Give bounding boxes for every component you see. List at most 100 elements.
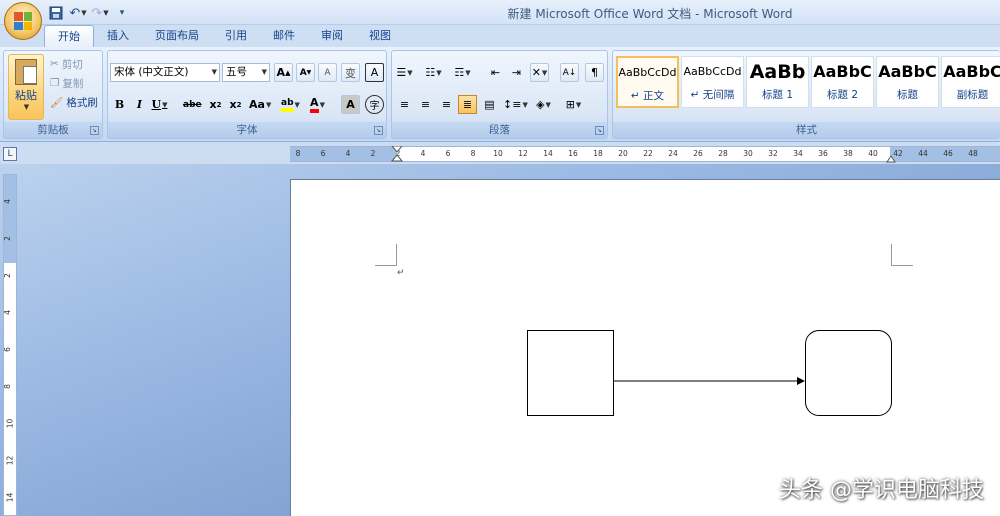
vruler-tick-label: 8	[2, 384, 12, 389]
style-title[interactable]: AaBbC 标题	[876, 56, 939, 108]
font-color-button[interactable]: A ▼	[308, 95, 327, 114]
line-spacing-icon: ↕≡	[503, 98, 522, 111]
copy-icon: ❐	[50, 77, 60, 89]
chinese-layout-button[interactable]: ✕ ▼	[530, 63, 549, 82]
ruler-tick-label: 24	[668, 149, 678, 158]
tab-mailings[interactable]: 邮件	[260, 25, 308, 47]
copy-button[interactable]: ❐ 复制	[50, 74, 83, 92]
subscript-button[interactable]: x2	[206, 95, 225, 114]
rounded-rectangle-shape[interactable]	[805, 330, 892, 416]
arrow-connector[interactable]	[614, 370, 805, 390]
watermark: 头条 @学识电脑科技	[779, 478, 984, 503]
cut-label: 剪切	[61, 58, 83, 71]
horizontal-ruler[interactable]: 8 6 4 2 2 4 6 8 10 12 14 16 18 20 22 24 26 28 30 32 34 36 38 40…	[290, 146, 1000, 163]
vruler-tick-label: 6	[2, 347, 12, 352]
ruler-tick-label: 10	[493, 149, 503, 158]
tab-home[interactable]: 开始	[44, 25, 94, 47]
char-border-button[interactable]: A	[365, 63, 384, 82]
cut-button[interactable]: ✂ 剪切	[50, 55, 83, 73]
style-name: 标题 1	[761, 89, 794, 101]
tab-selector[interactable]: L	[3, 147, 17, 161]
scissors-icon: ✂	[50, 58, 59, 70]
style-no-spacing[interactable]: AaBbCcDd ↵ 无间隔	[681, 56, 744, 108]
paragraph-mark[interactable]: ↵	[397, 268, 405, 278]
style-heading-2[interactable]: AaBbC 标题 2	[811, 56, 874, 108]
multilevel-list-button[interactable]: ☶ ▼	[453, 63, 472, 82]
shrink-font-button[interactable]: A ▼	[296, 63, 315, 82]
align-left-button[interactable]: ≡	[395, 95, 414, 114]
align-right-button[interactable]: ≡	[437, 95, 456, 114]
style-sample: AaBbCcDd	[683, 65, 742, 78]
char-shading-button[interactable]: A	[341, 95, 360, 114]
highlight-button[interactable]: ab ▼	[280, 95, 301, 114]
line-spacing-button[interactable]: ↕≡ ▼	[502, 95, 529, 114]
grow-font-button[interactable]: A ▲	[274, 63, 293, 82]
show-marks-button[interactable]: ¶	[585, 63, 604, 82]
distributed-button[interactable]: ▤	[480, 95, 499, 114]
tab-view[interactable]: 视图	[356, 25, 404, 47]
align-center-button[interactable]: ≡	[416, 95, 435, 114]
style-heading-1[interactable]: AaBb 标题 1	[746, 56, 809, 108]
numbering-button[interactable]: ☷ ▼	[424, 63, 443, 82]
sort-button[interactable]: A↓	[560, 63, 579, 82]
styles-group-label: 样式	[613, 122, 1000, 138]
enclose-char-button[interactable]: 字	[365, 95, 384, 114]
bold-button[interactable]: B	[110, 95, 129, 114]
paragraph-launcher-icon[interactable]: ↘	[595, 126, 604, 135]
tab-references[interactable]: 引用	[212, 25, 260, 47]
font-name-combo[interactable]: 宋体 (中文正文) ▼	[110, 63, 220, 82]
right-indent-marker-icon[interactable]	[886, 153, 896, 163]
bullets-button[interactable]: ☰ ▼	[395, 63, 414, 82]
font-group-label: 字体	[108, 122, 386, 138]
format-painter-label: 格式刷	[66, 96, 98, 109]
paste-dropdown-icon[interactable]: ▼	[10, 103, 43, 111]
tab-review[interactable]: 审阅	[308, 25, 356, 47]
font-launcher-icon[interactable]: ↘	[374, 126, 383, 135]
ruler-tick-label: 44	[918, 149, 928, 158]
superscript-button[interactable]: x2	[226, 95, 245, 114]
decrease-indent-button[interactable]: ⇤	[486, 63, 505, 82]
tab-insert[interactable]: 插入	[94, 25, 142, 47]
borders-button[interactable]: ⊞ ▼	[564, 95, 583, 114]
document-page[interactable]: ↵	[290, 179, 1000, 516]
enclose-char-icon: 字	[369, 101, 380, 112]
indent-marker-icon[interactable]	[391, 146, 403, 163]
format-painter-button[interactable]: 🖌 格式刷	[50, 93, 98, 111]
change-case-button[interactable]: Aa ▼	[248, 95, 272, 114]
increase-indent-button[interactable]: ⇥	[507, 63, 526, 82]
paint-bucket-icon: ◈	[536, 98, 545, 111]
ruler-left-margin	[290, 147, 397, 161]
clear-format-button[interactable]: A	[318, 63, 337, 82]
ruler-tick-label: 16	[568, 149, 578, 158]
clipboard-launcher-icon[interactable]: ↘	[90, 126, 99, 135]
font-size-combo[interactable]: 五号 ▼	[222, 63, 270, 82]
underline-button[interactable]: U ▼	[150, 95, 169, 114]
ruler-tick-label: 20	[618, 149, 628, 158]
tab-page-layout[interactable]: 页面布局	[142, 25, 212, 47]
ruler-tick-label: 8	[470, 149, 476, 158]
vruler-tick-label: 4	[2, 199, 12, 204]
chevron-down-icon: ▼	[211, 68, 217, 76]
align-left-icon: ≡	[399, 98, 410, 111]
vertical-ruler[interactable]: 4 2 2 4 6 8 10 12 14	[3, 174, 17, 516]
justify-button[interactable]: ≣	[458, 95, 477, 114]
paste-button[interactable]: 粘贴 ▼	[8, 54, 44, 120]
ruler-tick-label: 4	[420, 149, 426, 158]
crop-mark-right	[891, 244, 913, 266]
chevron-down-icon: ▼	[261, 68, 267, 76]
style-subtitle[interactable]: AaBbC 副标题	[941, 56, 1000, 108]
phonetic-guide-button[interactable]: 变	[341, 63, 360, 82]
vruler-tick-label: 2	[2, 236, 12, 241]
ruler-tick-label: 28	[718, 149, 728, 158]
clear-format-icon: A	[324, 67, 331, 78]
italic-button[interactable]: I	[130, 95, 149, 114]
shading-button[interactable]: ◈ ▼	[534, 95, 553, 114]
style-name: ↵ 正文	[630, 90, 665, 102]
rectangle-shape[interactable]	[527, 330, 614, 416]
style-normal[interactable]: AaBbCcDd ↵ 正文	[616, 56, 679, 108]
strikethrough-button[interactable]: abe	[182, 95, 203, 114]
office-button[interactable]	[4, 2, 42, 40]
crop-mark-left	[375, 244, 397, 266]
vruler-tick-label: 10	[5, 418, 15, 429]
ruler-tick-label: 22	[643, 149, 653, 158]
